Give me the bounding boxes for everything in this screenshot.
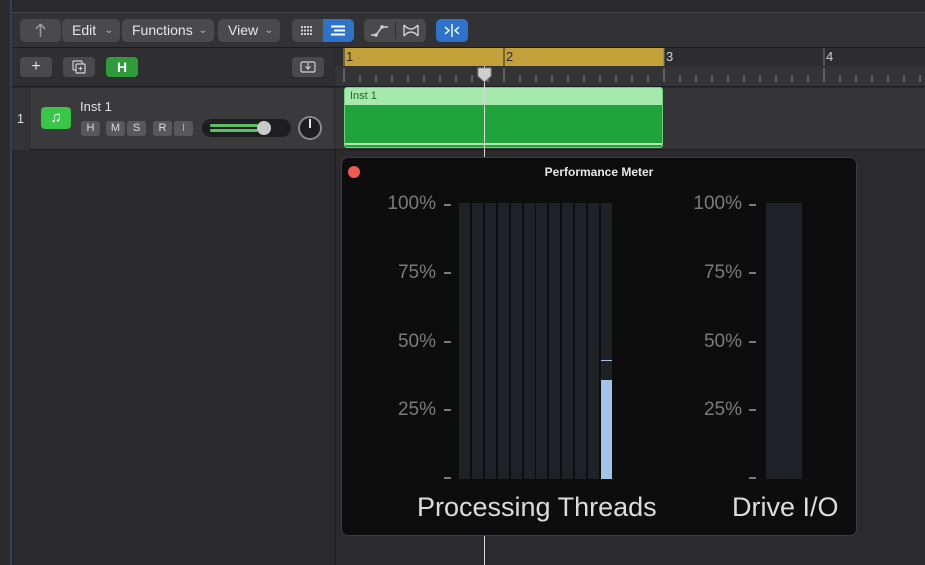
thread-meter-column [575, 203, 587, 479]
region-name: Inst 1 [345, 88, 662, 105]
drive-io-label: Drive I/O [732, 492, 839, 522]
track-header-controls: + H [12, 48, 334, 87]
back-button[interactable] [20, 19, 61, 42]
global-hide-button[interactable]: H [106, 57, 138, 77]
axis-label-25: 25% [703, 399, 742, 420]
main-toolbar: Edit ⌄ Functions ⌄ View ⌄ [12, 12, 925, 48]
axis-label-100: 100% [693, 193, 742, 214]
window-left-edge [0, 0, 12, 565]
automation-button[interactable] [364, 19, 395, 42]
thread-meter-column [600, 203, 612, 479]
axis-tick [749, 477, 756, 479]
pan-indicator [309, 119, 311, 128]
duplicate-track-icon [72, 60, 86, 74]
axis-label-50: 50% [397, 331, 436, 352]
axis-tick [444, 341, 451, 343]
tool-segment [364, 19, 426, 42]
solo-button[interactable]: S [127, 121, 146, 136]
chevron-down-icon: ⌄ [264, 25, 273, 36]
thread-meter-column [588, 203, 599, 479]
axis-label-50: 50% [703, 331, 742, 352]
edit-menu-button[interactable]: Edit ⌄ [62, 19, 120, 42]
axis-tick [444, 204, 451, 206]
thread-meter-fill [600, 379, 612, 479]
thread-meter-column [484, 203, 496, 479]
catch-playhead-button[interactable] [436, 19, 468, 42]
axis-tick [444, 409, 451, 411]
axis-label-75: 75% [397, 262, 436, 283]
playhead-handle-icon[interactable] [477, 67, 492, 83]
axis-tick [749, 204, 756, 206]
thread-meter-column [562, 203, 574, 479]
track-number: 1 [12, 88, 30, 150]
volume-level-bar [210, 129, 258, 132]
axis-tick [444, 272, 451, 274]
input-monitor-button[interactable]: I [174, 121, 193, 136]
drive-io-meter [766, 203, 802, 479]
thread-meter-peak [600, 360, 612, 362]
record-enable-button[interactable]: R [153, 121, 172, 136]
list-view-button[interactable] [323, 19, 354, 42]
grid-view-button[interactable] [292, 19, 323, 42]
view-mode-segment [292, 19, 354, 42]
axis-tick [749, 272, 756, 274]
list-view-icon [331, 25, 345, 36]
duplicate-track-button[interactable] [63, 57, 95, 77]
track-name[interactable]: Inst 1 [80, 99, 112, 114]
thread-meter-column [471, 203, 483, 479]
music-note-icon[interactable]: ♫ [41, 107, 71, 129]
ruler-ticks[interactable] [335, 66, 925, 87]
thread-meter-column [510, 203, 522, 479]
performance-meter-window[interactable]: Performance Meter 100% 75% 50% 25% 100% … [341, 157, 857, 536]
chevron-down-icon: ⌄ [198, 25, 207, 36]
axis-label-25: 25% [397, 399, 436, 420]
thread-meter-column [459, 203, 470, 479]
catch-playhead-icon [444, 24, 460, 37]
automation-curve-icon [371, 25, 388, 37]
axis-label-100: 100% [387, 193, 436, 214]
volume-fader[interactable] [202, 119, 291, 137]
midi-region[interactable]: Inst 1 [344, 87, 663, 148]
performance-meter-title: Performance Meter [544, 165, 654, 179]
pan-knob[interactable] [298, 116, 322, 140]
view-menu-label: View [228, 22, 259, 38]
edit-menu-label: Edit [72, 22, 97, 38]
add-track-button[interactable]: + [20, 57, 52, 77]
axis-label-75: 75% [703, 262, 742, 283]
region-footer [345, 143, 662, 145]
back-arrow-icon [35, 23, 46, 37]
thread-meter-column [523, 203, 535, 479]
thread-meter-column [549, 203, 561, 479]
track-row[interactable]: 1 ♫ Inst 1 H M S R I [12, 88, 334, 150]
flex-icon [403, 24, 419, 37]
grid-view-icon [301, 26, 312, 35]
functions-menu-label: Functions [132, 22, 193, 38]
volume-level-bar [210, 124, 258, 127]
hide-track-button[interactable]: H [81, 121, 100, 136]
volume-fader-knob[interactable] [257, 121, 271, 135]
functions-menu-button[interactable]: Functions ⌄ [122, 19, 214, 42]
chevron-down-icon: ⌄ [104, 25, 113, 36]
import-button[interactable] [292, 57, 324, 77]
processing-threads-label: Processing Threads [417, 492, 657, 522]
flex-button[interactable] [396, 19, 426, 42]
ruler-bar-lines [343, 48, 825, 66]
axis-tick [749, 341, 756, 343]
mute-button[interactable]: M [106, 121, 125, 136]
ruler-tick-marks [343, 68, 921, 82]
track-list-empty-area[interactable] [12, 151, 334, 565]
download-tray-icon [300, 61, 316, 73]
axis-tick [444, 477, 451, 479]
view-menu-button[interactable]: View ⌄ [218, 19, 280, 42]
thread-meter-column [536, 203, 548, 479]
thread-meter-column [497, 203, 509, 479]
axis-tick [749, 409, 756, 411]
